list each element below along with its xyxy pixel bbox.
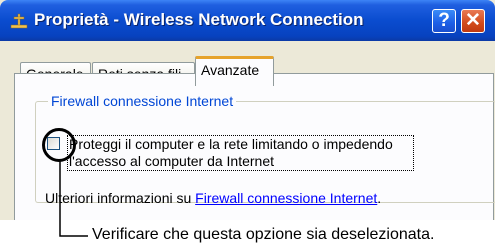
tab-strip: Generale Reti senza fili Avanzate [0, 41, 495, 86]
firewall-group-title: Firewall connessione Internet [48, 93, 237, 109]
close-button[interactable]: ✕ [461, 9, 485, 33]
network-connection-icon [10, 13, 28, 29]
info-suffix: . [377, 190, 382, 206]
info-prefix: Ulteriori informazioni su [45, 190, 196, 206]
info-line: Ulteriori informazioni su Firewall conne… [45, 190, 381, 206]
title-bar[interactable]: Proprietà - Wireless Network Connection … [0, 0, 495, 41]
tab-avanzate[interactable]: Avanzate [195, 56, 274, 86]
firewall-checkbox-label[interactable]: Proteggi il computer e la rete limitando… [69, 136, 414, 170]
window-title: Proprietà - Wireless Network Connection [34, 10, 364, 29]
properties-dialog: Proprietà - Wireless Network Connection … [0, 0, 495, 220]
firewall-info-link[interactable]: Firewall connessione Internet [195, 190, 377, 206]
annotation-text: Verificare che questa opzione sia desele… [92, 226, 435, 243]
help-button[interactable]: ? [432, 9, 456, 33]
tab-panel-avanzate: Firewall connessione Internet Proteggi i… [14, 73, 495, 220]
highlight-circle [42, 128, 76, 162]
